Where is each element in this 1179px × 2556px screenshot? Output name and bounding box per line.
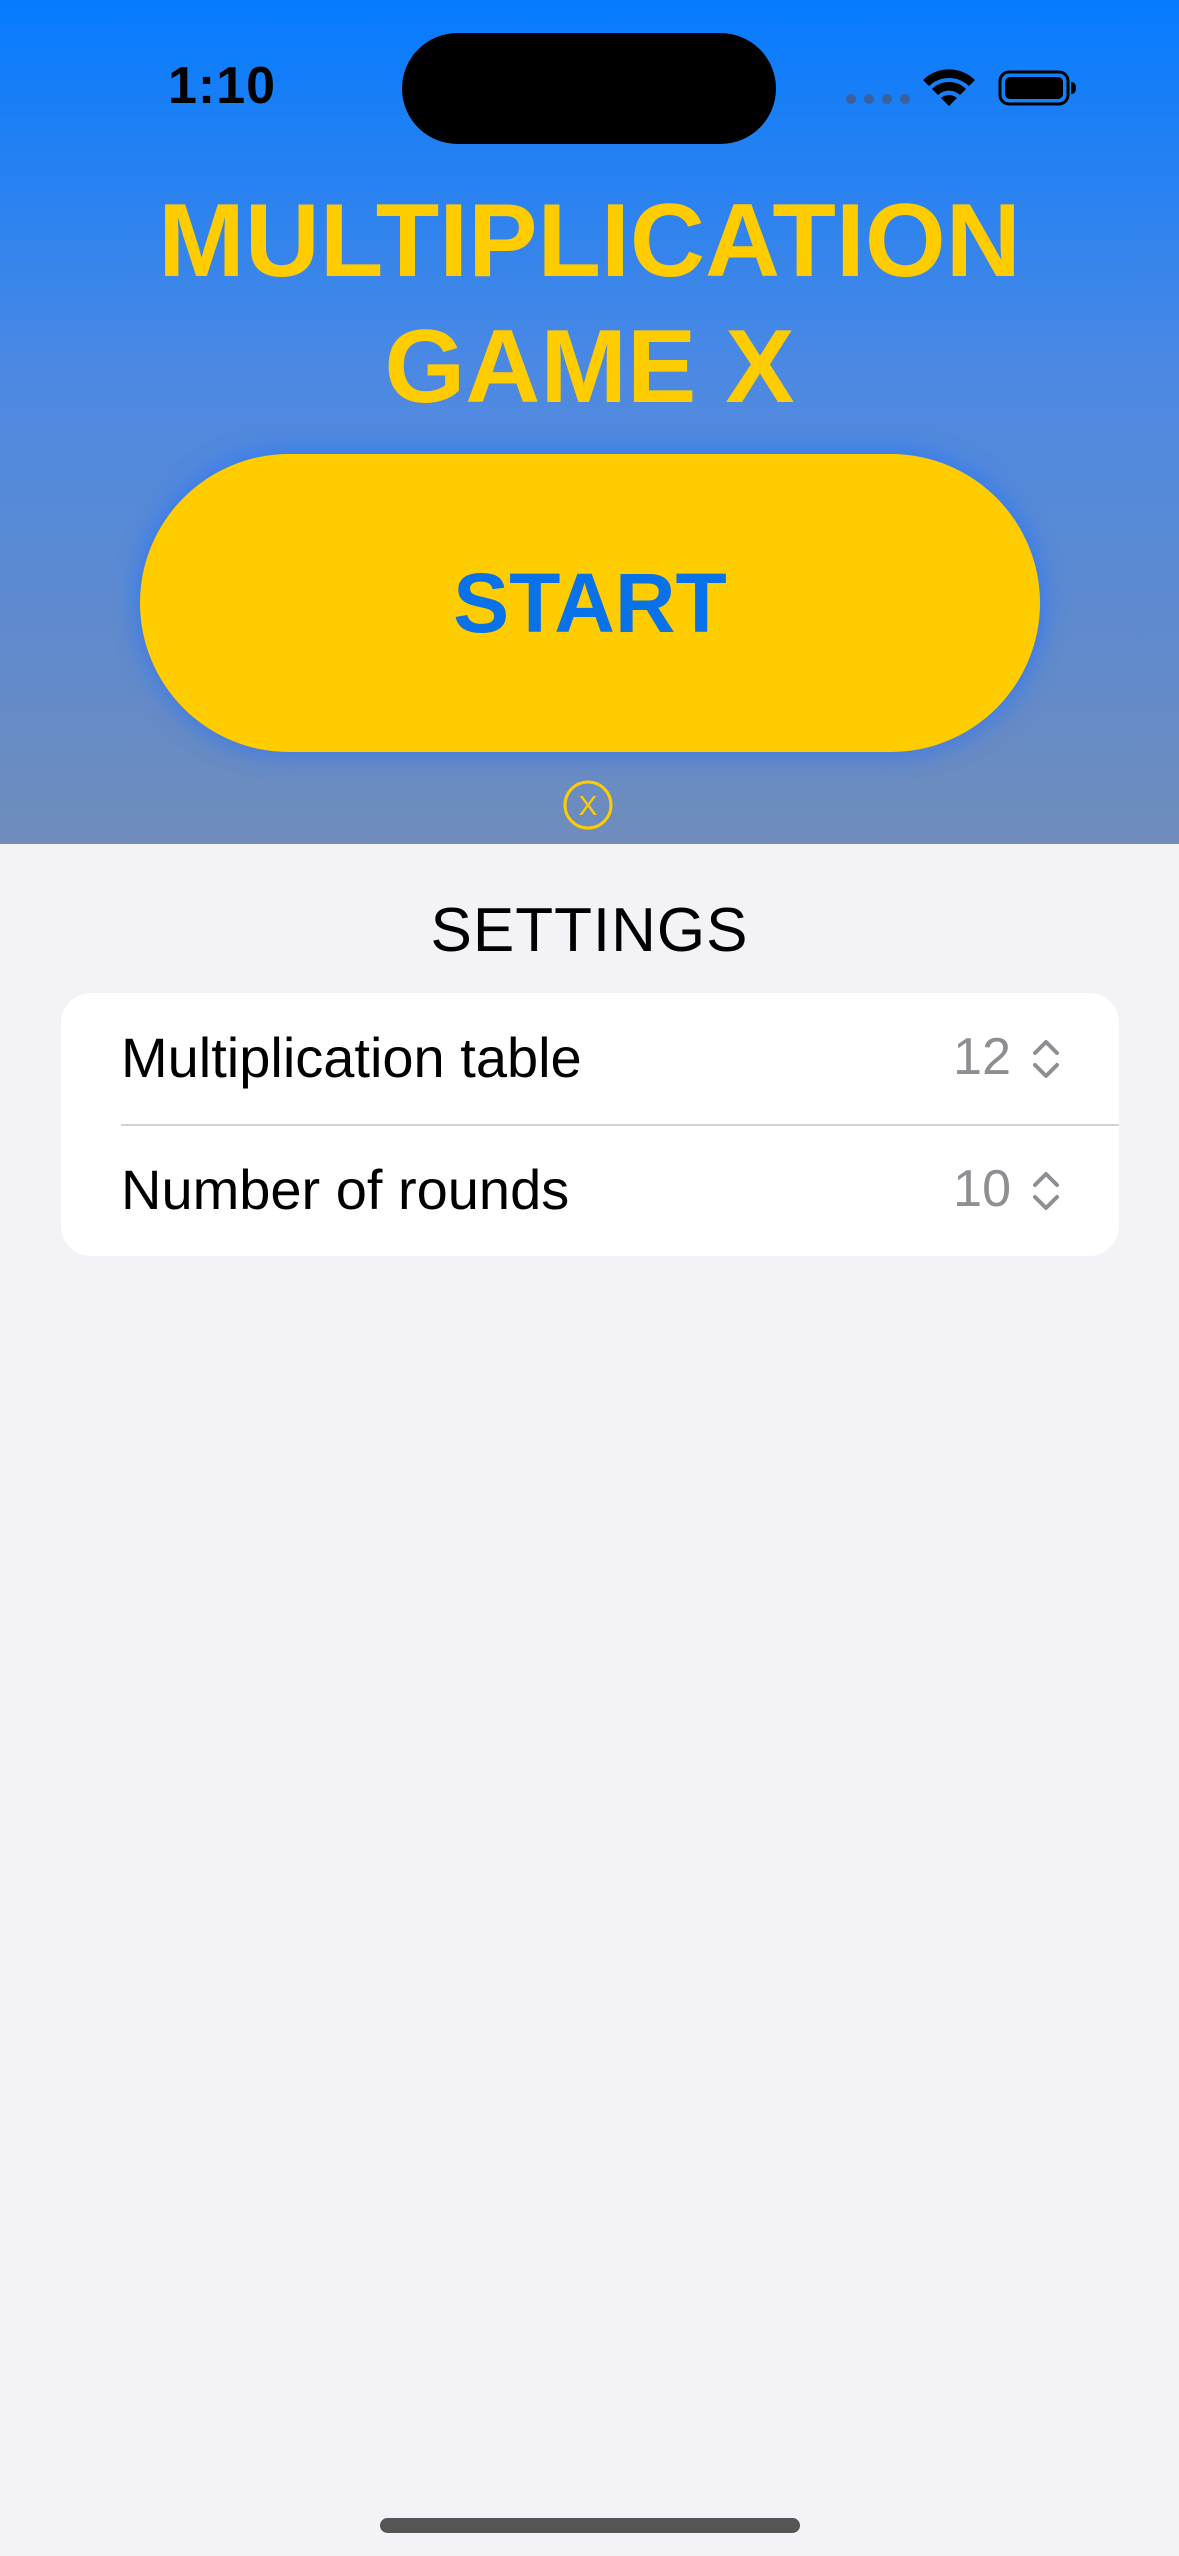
home-indicator[interactable]	[380, 2518, 800, 2533]
settings-header: SETTINGS	[430, 896, 749, 965]
multiplication-table-value[interactable]: 12	[953, 1027, 1011, 1087]
chevron-up-down-icon[interactable]	[1031, 1033, 1061, 1085]
number-of-rounds-value[interactable]: 10	[953, 1159, 1011, 1219]
settings-card: Multiplication table 12 Number of rounds…	[61, 993, 1119, 1256]
signal-dots-icon	[846, 94, 910, 104]
chevron-up-down-icon[interactable]	[1031, 1165, 1061, 1217]
close-circle-icon[interactable]: X	[562, 779, 614, 831]
wifi-icon	[923, 69, 975, 106]
hero-section: 1:10 MULTIPLICATION GAME X START X	[0, 0, 1179, 844]
number-of-rounds-row[interactable]: Number of rounds 10	[61, 1125, 1119, 1256]
status-time: 1:10	[168, 57, 277, 115]
number-of-rounds-label: Number of rounds	[121, 1158, 570, 1221]
battery-icon	[998, 70, 1076, 106]
dynamic-island	[402, 33, 776, 144]
status-bar: 1:10	[0, 0, 1179, 150]
start-button[interactable]: START	[140, 454, 1040, 752]
multiplication-table-label: Multiplication table	[121, 1026, 582, 1089]
close-icon-label: X	[579, 790, 598, 821]
multiplication-table-row[interactable]: Multiplication table 12	[61, 993, 1119, 1124]
page-title: MULTIPLICATION GAME X	[158, 183, 1021, 425]
